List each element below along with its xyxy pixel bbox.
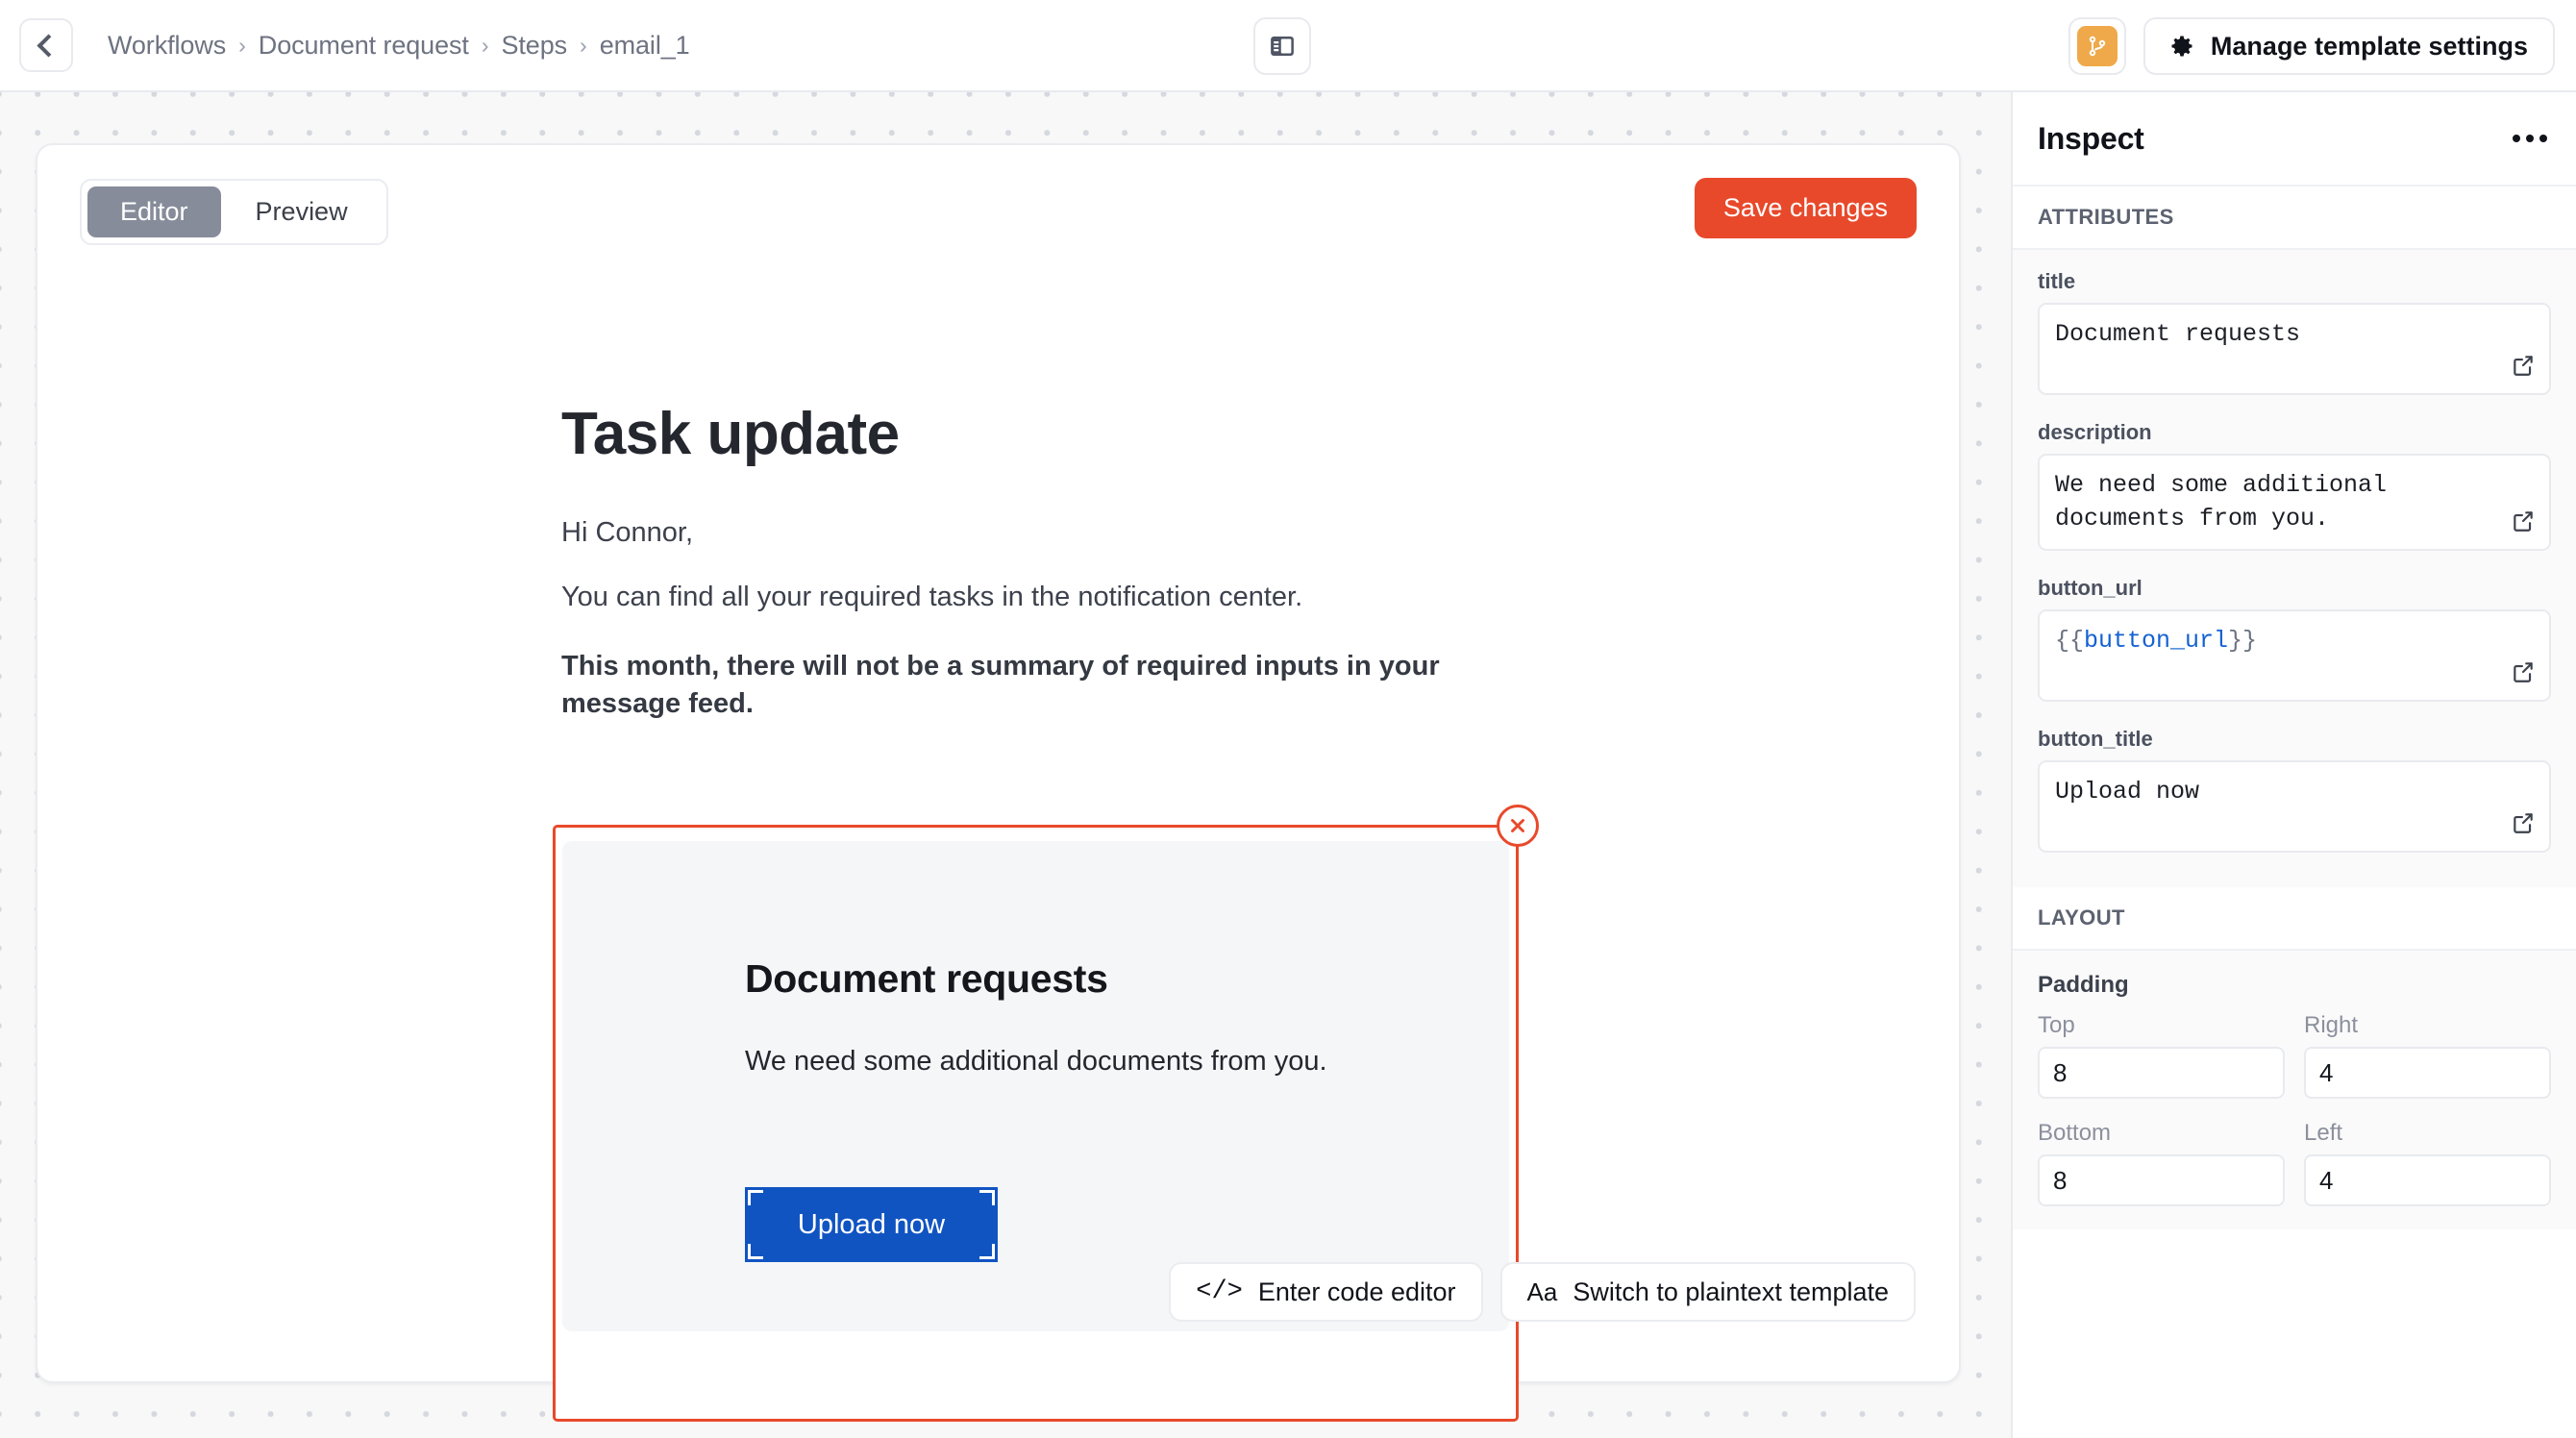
panel-toggle-wrapper [1253,17,1311,75]
email-paragraph[interactable]: You can find all your required tasks in … [561,582,1523,612]
padding-grid: Top Right Bottom Left [2038,1012,2551,1220]
breadcrumb: Workflows › Document request › Steps › e… [108,31,690,61]
code-icon: </> [1196,1277,1243,1306]
template-variable-name: button_url [2084,627,2229,655]
attribute-input-button-title[interactable]: Upload now [2038,760,2551,853]
branch-button[interactable] [2068,17,2126,75]
block-title: Document requests [745,956,1108,1001]
breadcrumb-separator: › [481,32,489,58]
sidebar-panel-icon [1271,37,1294,56]
attribute-value-button-url: {{button_url}} [2055,627,2258,655]
attribute-input-button-url[interactable]: {{button_url}} [2038,609,2551,702]
switch-to-plaintext-label: Switch to plaintext template [1573,1277,1889,1306]
section-header-attributes: ATTRIBUTES [2013,186,2576,250]
sidebar-toggle-button[interactable] [1253,17,1311,75]
email-greeting[interactable]: Hi Connor, [561,517,1523,548]
enter-code-editor-label: Enter code editor [1257,1277,1456,1306]
breadcrumb-item-document-request[interactable]: Document request [259,31,469,61]
upload-now-label: Upload now [797,1208,946,1240]
padding-input-right[interactable] [2304,1047,2551,1099]
close-circle-icon[interactable] [1497,805,1539,847]
top-bar: Workflows › Document request › Steps › e… [0,0,2576,92]
breadcrumb-separator: › [238,32,246,58]
breadcrumb-separator: › [580,32,587,58]
attribute-label-title: title [2038,269,2076,293]
close-icon [1511,819,1524,832]
email-block-card: Document requests We need some additiona… [562,841,1509,1331]
external-link-icon[interactable] [2511,508,2536,538]
padding-label-right: Right [2304,1012,2359,1038]
attribute-field-title: title Document requests [2038,269,2551,395]
save-changes-button[interactable]: Save changes [1694,178,1917,238]
back-button[interactable] [19,18,73,72]
attribute-input-description[interactable]: We need some additional documents from y… [2038,454,2551,551]
manage-template-settings-label: Manage template settings [2210,31,2528,61]
editor-preview-toggle: Editor Preview [80,179,388,245]
external-link-icon[interactable] [2511,810,2536,840]
switch-to-plaintext-button[interactable]: Aa Switch to plaintext template [1499,1262,1916,1322]
manage-template-settings-button[interactable]: Manage template settings [2143,17,2555,75]
padding-field-right: Right [2304,1012,2551,1099]
resize-handle-bottom-right[interactable] [979,1244,995,1259]
attribute-field-description: description We need some additional docu… [2038,420,2551,551]
dot [2526,135,2534,142]
top-bar-actions: Manage template settings [2068,17,2555,75]
email-bold-paragraph[interactable]: This month, there will not be a summary … [561,648,1523,723]
dot [2513,135,2520,142]
editor-stage: Editor Preview Save changes Task update … [0,92,2011,1438]
git-branch-icon [2089,36,2106,57]
editor-footer-actions: </> Enter code editor Aa Switch to plain… [1169,1262,1916,1322]
breadcrumb-item-workflows[interactable]: Workflows [108,31,226,61]
tab-preview[interactable]: Preview [223,186,381,237]
padding-title: Padding [2038,972,2129,998]
editor-card: Editor Preview Save changes Task update … [36,143,1961,1422]
inspect-header: Inspect [2013,92,2576,186]
section-header-layout: LAYOUT [2013,887,2576,951]
block-description: We need some additional documents from y… [745,1046,1327,1077]
email-body: Task update Hi Connor, You can find all … [561,400,1523,723]
padding-field-top: Top [2038,1012,2285,1099]
more-horizontal-icon[interactable] [2509,125,2551,152]
padding-input-left[interactable] [2304,1154,2551,1206]
attribute-value-button-title: Upload now [2055,778,2200,806]
attribute-field-button-title: button_title Upload now [2038,727,2551,853]
attribute-label-button-url: button_url [2038,576,2143,600]
dot [2539,135,2547,142]
tab-editor[interactable]: Editor [87,186,221,237]
external-link-icon[interactable] [2511,353,2536,383]
padding-field-bottom: Bottom [2038,1120,2285,1206]
text-format-icon: Aa [1526,1277,1558,1306]
upload-now-button[interactable]: Upload now [745,1187,998,1262]
resize-handle-top-right[interactable] [979,1190,995,1205]
gear-icon [2171,36,2192,57]
resize-handle-top-left[interactable] [748,1190,763,1205]
inspect-panel: Inspect ATTRIBUTES title Document reques… [2011,92,2576,1438]
attribute-input-title[interactable]: Document requests [2038,303,2551,395]
attribute-label-description: description [2038,420,2152,444]
padding-field-left: Left [2304,1120,2551,1206]
attribute-label-button-title: button_title [2038,727,2153,751]
branch-icon-badge [2076,26,2118,66]
attribute-value-title: Document requests [2055,320,2301,348]
layout-section: Padding Top Right Bottom Left [2013,951,2576,1229]
selected-block[interactable]: Document requests We need some additiona… [553,805,1539,1422]
attributes-section: title Document requests description We n… [2013,250,2576,887]
breadcrumb-item-steps[interactable]: Steps [501,31,567,61]
email-heading[interactable]: Task update [561,400,1523,468]
resize-handle-bottom-left[interactable] [748,1244,763,1259]
padding-label-left: Left [2304,1120,2343,1146]
attribute-value-description: We need some additional documents from y… [2055,471,2402,533]
external-link-icon[interactable] [2511,659,2536,689]
inspect-title: Inspect [2038,120,2144,156]
chevron-left-icon [37,33,61,58]
padding-input-bottom[interactable] [2038,1154,2285,1206]
attribute-field-button-url: button_url {{button_url}} [2038,576,2551,702]
padding-label-top: Top [2038,1012,2075,1038]
padding-input-top[interactable] [2038,1047,2285,1099]
padding-label-bottom: Bottom [2038,1120,2112,1146]
breadcrumb-item-email-1[interactable]: email_1 [600,31,690,61]
enter-code-editor-button[interactable]: </> Enter code editor [1169,1262,1483,1322]
